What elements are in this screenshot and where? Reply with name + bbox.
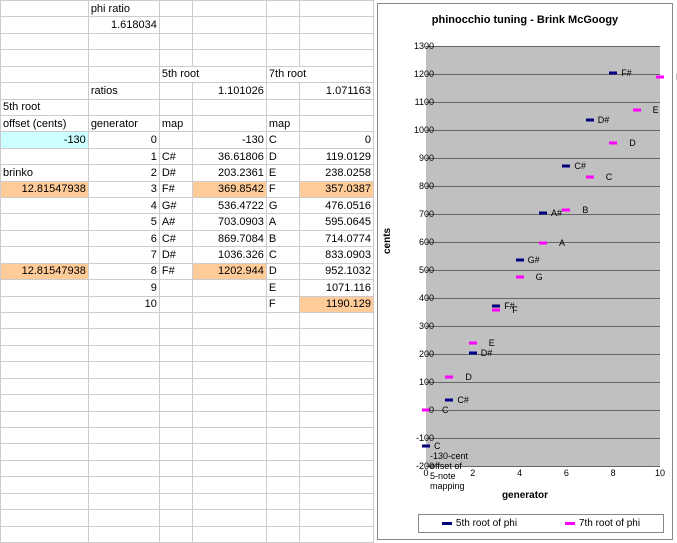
label-ratios: ratios	[88, 83, 159, 99]
point-label: C#	[574, 161, 586, 171]
data-point	[539, 242, 547, 245]
data-point	[656, 75, 664, 78]
point-label: E	[653, 105, 659, 115]
y-tick: 0	[400, 405, 434, 415]
point-label: C	[434, 441, 441, 451]
y-tick: 1100	[400, 97, 434, 107]
y-axis-label: cents	[382, 228, 393, 254]
x-tick: 10	[655, 468, 665, 478]
data-point	[539, 212, 547, 215]
data-point	[562, 165, 570, 168]
label-phi-ratio: phi ratio	[88, 1, 159, 17]
chart[interactable]: phinocchio tuning - Brink McGoogy cents …	[377, 3, 673, 540]
y-tick: 700	[400, 209, 434, 219]
spreadsheet[interactable]: phi ratio 1.618034 5th root7th root rati…	[0, 0, 374, 543]
x-tick: 8	[611, 468, 616, 478]
chart-title: phinocchio tuning - Brink McGoogy	[378, 4, 672, 32]
ratio-5: 1.101026	[193, 83, 267, 99]
header-5th-root: 5th root	[159, 66, 266, 82]
point-label: D	[629, 138, 636, 148]
data-point	[609, 142, 617, 145]
x-tick: 2	[470, 468, 475, 478]
point-label: F	[512, 305, 518, 315]
y-tick: -200	[400, 461, 434, 471]
point-label: B	[582, 205, 588, 215]
data-point	[516, 275, 524, 278]
y-tick: 600	[400, 237, 434, 247]
brinko-b[interactable]: 12.81547938	[1, 263, 89, 279]
y-tick: -100	[400, 433, 434, 443]
point-label: A#	[551, 208, 562, 218]
data-point	[516, 258, 524, 261]
point-label: C#	[457, 395, 469, 405]
data-point	[445, 375, 453, 378]
legend-5th: 5th root of phi	[456, 518, 517, 529]
point-label: D#	[481, 348, 493, 358]
data-point	[492, 305, 500, 308]
point-label: C	[442, 405, 449, 415]
data-point	[469, 342, 477, 345]
ratio-7: 1.071163	[300, 83, 374, 99]
y-tick: 300	[400, 321, 434, 331]
y-tick: 200	[400, 349, 434, 359]
data-point	[445, 398, 453, 401]
label-generator: generator	[88, 115, 159, 131]
legend: 5th root of phi 7th root of phi	[418, 514, 664, 533]
x-tick: 6	[564, 468, 569, 478]
plot-area: CC#D#F#G#A#C#D#F#CDEFGABCDEF-130-centoff…	[426, 46, 660, 466]
x-tick: 0	[423, 468, 428, 478]
header-map-7: map	[266, 115, 299, 131]
y-tick: 100	[400, 377, 434, 387]
label-offset: offset (cents)	[1, 115, 89, 131]
phi-value: 1.618034	[88, 17, 159, 33]
data-point	[562, 209, 570, 212]
point-label: F#	[621, 68, 632, 78]
point-label: G#	[528, 255, 540, 265]
y-tick: 1300	[400, 41, 434, 51]
point-label: A	[559, 238, 565, 248]
data-point	[469, 352, 477, 355]
y-tick: 400	[400, 293, 434, 303]
label-brinko: brinko	[1, 165, 89, 181]
y-tick: 1200	[400, 69, 434, 79]
label-5th-root: 5th root	[1, 99, 89, 115]
data-point	[422, 445, 430, 448]
legend-7th: 7th root of phi	[579, 518, 640, 529]
point-label: E	[489, 338, 495, 348]
data-point	[586, 175, 594, 178]
header-map-5: map	[159, 115, 192, 131]
y-tick: 900	[400, 153, 434, 163]
y-tick: 800	[400, 181, 434, 191]
offset-value[interactable]: -130	[1, 132, 89, 148]
data-point	[633, 109, 641, 112]
y-tick: 1000	[400, 125, 434, 135]
x-axis-label: generator	[378, 490, 672, 501]
data-point	[492, 309, 500, 312]
data-point	[609, 72, 617, 75]
y-tick: 500	[400, 265, 434, 275]
point-label: D#	[598, 115, 610, 125]
point-label: D	[465, 372, 472, 382]
header-7th-root: 7th root	[266, 66, 373, 82]
annotation: -130-centoffset of5-notemapping	[430, 452, 468, 492]
brinko-a[interactable]: 12.81547938	[1, 181, 89, 197]
x-tick: 4	[517, 468, 522, 478]
point-label: C	[606, 172, 613, 182]
legend-swatch-pink	[565, 522, 575, 525]
data-point	[586, 118, 594, 121]
point-label: G	[536, 272, 543, 282]
legend-swatch-blue	[442, 522, 452, 525]
